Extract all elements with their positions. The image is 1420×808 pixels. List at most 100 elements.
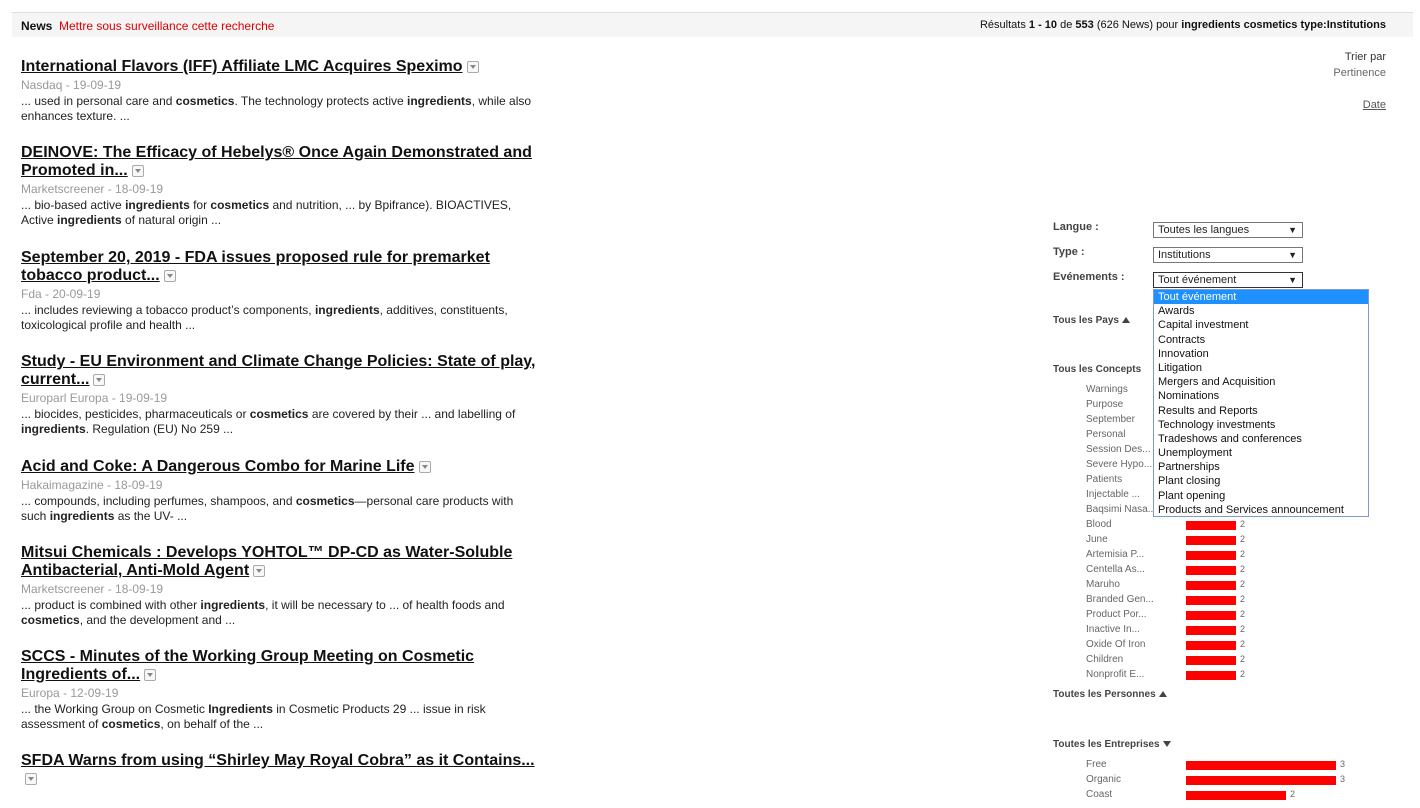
news-article: DEINOVE: The Efficacy of Hebelys® Once A…: [21, 144, 541, 228]
countries-toggle[interactable]: Tous les Pays: [1053, 315, 1130, 326]
events-option[interactable]: Capital investment: [1154, 318, 1368, 332]
news-article: Study - EU Environment and Climate Chang…: [21, 353, 541, 437]
concept-row-label: Nonprofit E...: [1086, 669, 1145, 680]
sort-label: Trier par: [1344, 51, 1386, 63]
events-option[interactable]: Litigation: [1154, 361, 1368, 375]
concept-row-label: Maruho: [1086, 579, 1120, 590]
events-option[interactable]: Results and Reports: [1154, 404, 1368, 418]
article-snippet: ... product is combined with other ingre…: [21, 598, 505, 627]
sort-relevance[interactable]: Pertinence: [1333, 65, 1386, 81]
sort-panel: Trier par Pertinence Date: [1333, 49, 1386, 113]
concept-row-label: Blood: [1086, 519, 1112, 530]
concept-row-count: 2: [1240, 624, 1246, 634]
triangle-down-icon: [1162, 741, 1171, 748]
company-row-label: Organic: [1086, 774, 1122, 785]
article-title-link[interactable]: September 20, 2019 - FDA issues proposed…: [21, 249, 541, 285]
language-label: Langue :: [1053, 221, 1099, 233]
article-menu-icon[interactable]: [25, 772, 37, 785]
concept-row-count: 2: [1240, 564, 1246, 574]
companies-toggle[interactable]: Toutes les Entreprises: [1053, 739, 1171, 750]
news-article: SFDA Warns from using “Shirley May Royal…: [21, 752, 541, 788]
concept-row-bar: [1186, 551, 1236, 560]
sort-date-link[interactable]: Date: [1333, 97, 1386, 113]
article-menu-icon[interactable]: [253, 564, 266, 577]
events-option[interactable]: Nominations: [1154, 389, 1368, 403]
article-menu-icon[interactable]: [144, 668, 157, 681]
article-source: Nasdaq - 19-09-19: [21, 78, 122, 92]
concept-row-label: Oxide Of Iron: [1086, 639, 1146, 650]
events-select[interactable]: Tout événement ▼: [1153, 272, 1303, 288]
article-source: Hakaimagazine - 18-09-19: [21, 478, 163, 492]
article-source: Europarl Europa - 19-09-19: [21, 391, 168, 405]
events-option[interactable]: Technology investments: [1154, 418, 1368, 432]
article-source: Europa - 12-09-19: [21, 686, 119, 700]
article-menu-icon[interactable]: [131, 164, 144, 177]
concept-row-bar: [1186, 626, 1236, 635]
news-article: Acid and Coke: A Dangerous Combo for Mar…: [21, 458, 541, 524]
concept-row-count: 2: [1240, 654, 1246, 664]
events-label: Evénements :: [1053, 271, 1125, 283]
events-option[interactable]: Plant opening: [1154, 489, 1368, 503]
article-source: Fda - 20-09-19: [21, 287, 101, 301]
article-title-link[interactable]: International Flavors (IFF) Affiliate LM…: [21, 58, 541, 76]
article-menu-icon[interactable]: [418, 460, 431, 473]
article-snippet: ... used in personal care and cosmetics.…: [21, 94, 532, 123]
concept-row-label: Centella As...: [1086, 564, 1145, 575]
article-source: Marketscreener - 18-09-19: [21, 582, 164, 596]
events-option[interactable]: Contracts: [1154, 333, 1368, 347]
section-title: News: [21, 19, 53, 33]
events-option[interactable]: Products and Services announcement: [1154, 503, 1368, 517]
company-row-bar: [1186, 761, 1336, 770]
chevron-down-icon: ▼: [1288, 250, 1297, 260]
concept-row-label: Children: [1086, 654, 1124, 665]
article-title-link[interactable]: SCCS - Minutes of the Working Group Meet…: [21, 648, 541, 684]
concept-row-count: 2: [1240, 639, 1246, 649]
events-dropdown-list: Tout événement Awards Capital investment Co…: [1153, 289, 1369, 517]
concept-row-bar: [1186, 521, 1236, 530]
events-option[interactable]: Tout événement: [1154, 290, 1368, 305]
concept-row-bar: [1186, 566, 1236, 575]
watch-search-link[interactable]: Mettre sous surveillance cette recherche: [59, 19, 274, 33]
concept-row-count: 2: [1240, 549, 1246, 559]
article-title-link[interactable]: DEINOVE: The Efficacy of Hebelys® Once A…: [21, 144, 541, 180]
news-article: International Flavors (IFF) Affiliate LM…: [21, 58, 541, 124]
type-label: Type :: [1053, 246, 1085, 258]
events-option[interactable]: Tradeshows and conferences: [1154, 432, 1368, 446]
concept-row-count: 2: [1240, 669, 1246, 679]
company-row-label: Free: [1086, 759, 1107, 770]
company-row-count: 3: [1340, 774, 1346, 784]
persons-toggle[interactable]: Toutes les Personnes: [1053, 689, 1167, 700]
concept-row-count: 2: [1240, 519, 1246, 529]
concept-row-label: Product Por...: [1086, 609, 1147, 620]
type-select[interactable]: Institutions ▼: [1153, 247, 1303, 263]
article-title-link[interactable]: Mitsui Chemicals : Develops YOHTOL™ DP-C…: [21, 544, 541, 580]
news-article: September 20, 2019 - FDA issues proposed…: [21, 249, 541, 333]
concepts-toggle[interactable]: Tous les Concepts: [1053, 364, 1141, 375]
article-snippet: ... biocides, pesticides, pharmaceutical…: [21, 407, 516, 436]
concept-row-count: 2: [1240, 594, 1246, 604]
article-snippet: ... bio-based active ingredients for cos…: [21, 198, 512, 227]
article-menu-icon[interactable]: [466, 60, 479, 73]
article-title-link[interactable]: Study - EU Environment and Climate Chang…: [21, 353, 541, 389]
concept-row-label: Artemisia P...: [1086, 549, 1145, 560]
triangle-up-icon: [1158, 691, 1167, 698]
article-menu-icon[interactable]: [163, 269, 176, 282]
events-option[interactable]: Awards: [1154, 304, 1368, 318]
events-option[interactable]: Mergers and Acquisition: [1154, 375, 1368, 389]
concept-row-bar: [1186, 596, 1236, 605]
events-option[interactable]: Plant closing: [1154, 474, 1368, 488]
article-menu-icon[interactable]: [93, 373, 106, 386]
company-row-count: 3: [1340, 759, 1346, 769]
company-row-bar: [1186, 791, 1286, 800]
events-option[interactable]: Partnerships: [1154, 460, 1368, 474]
concept-row-bar: [1186, 581, 1236, 590]
article-title-link[interactable]: SFDA Warns from using “Shirley May Royal…: [21, 752, 541, 788]
language-select[interactable]: Toutes les langues ▼: [1153, 222, 1303, 238]
concept-row-count: 2: [1240, 609, 1246, 619]
events-option[interactable]: Unemployment: [1154, 446, 1368, 460]
results-header: News Mettre sous surveillance cette rech…: [12, 12, 1413, 37]
article-source: Marketscreener - 18-09-19: [21, 182, 164, 196]
article-title-link[interactable]: Acid and Coke: A Dangerous Combo for Mar…: [21, 458, 541, 476]
results-summary: Résultats 1 - 10 de 553 (626 News) pour …: [979, 19, 1386, 31]
events-option[interactable]: Innovation: [1154, 347, 1368, 361]
